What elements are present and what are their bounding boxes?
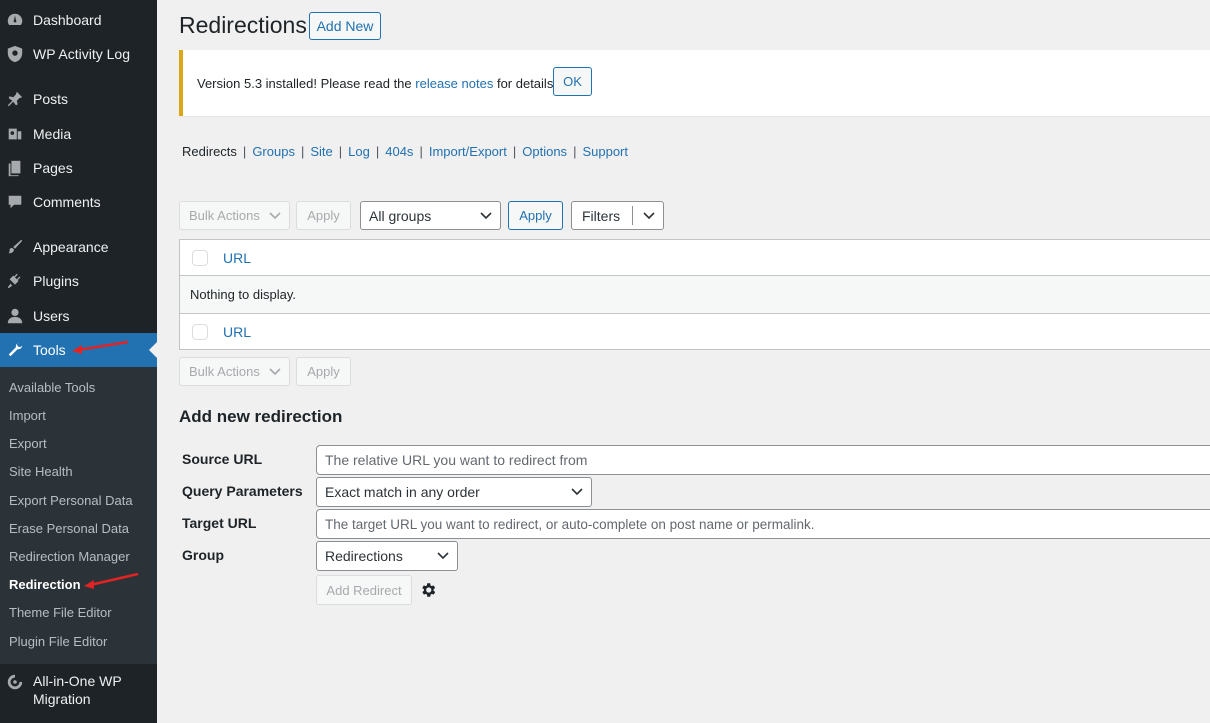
- menu-label: WP Activity Log: [33, 46, 131, 62]
- chevron-down-icon: [437, 552, 449, 560]
- annotation-arrow-icon: [72, 340, 129, 354]
- migration-icon: [5, 672, 25, 692]
- menu-label: Users: [33, 308, 70, 324]
- menu-label: Media: [33, 126, 72, 142]
- apply-filter-button[interactable]: Apply: [508, 201, 563, 230]
- group-label: Group: [182, 547, 224, 563]
- update-notice: Version 5.3 installed! Please read the r…: [179, 50, 1210, 116]
- shield-icon: [5, 44, 25, 64]
- submenu-export[interactable]: Export: [9, 436, 47, 451]
- redirects-table: URL Nothing to display. URL: [179, 239, 1210, 350]
- menu-item-users[interactable]: Users: [0, 299, 157, 333]
- submenu-import[interactable]: Import: [9, 408, 46, 423]
- comment-icon: [5, 192, 25, 212]
- filters-button[interactable]: Filters: [571, 201, 664, 230]
- annotation-arrow-icon: [84, 572, 139, 589]
- bulk-actions-select-bottom[interactable]: Bulk Actions: [179, 357, 290, 386]
- admin-sidebar: Dashboard WP Activity Log Posts Media Pa…: [0, 0, 157, 723]
- table-footer-row: URL: [180, 313, 1210, 349]
- view-tabs: Redirects | Groups | Site | Log | 404s | Impo…: [182, 144, 628, 159]
- submenu-redirection[interactable]: Redirection: [9, 577, 81, 592]
- menu-item-wp-activity-log[interactable]: WP Activity Log: [0, 37, 157, 71]
- tab-log[interactable]: Log: [348, 144, 370, 159]
- empty-message: Nothing to display.: [190, 287, 296, 302]
- url-column-footer[interactable]: URL: [223, 324, 251, 340]
- menu-item-dashboard[interactable]: Dashboard: [0, 3, 157, 37]
- pushpin-icon: [5, 89, 25, 109]
- user-icon: [5, 306, 25, 326]
- ok-button[interactable]: OK: [553, 67, 592, 96]
- add-redirect-button[interactable]: Add Redirect: [316, 575, 412, 605]
- submenu-erase-personal-data[interactable]: Erase Personal Data: [9, 521, 129, 536]
- query-parameters-label: Query Parameters: [182, 483, 303, 499]
- menu-label: Appearance: [33, 239, 109, 255]
- chevron-down-icon: [571, 488, 583, 496]
- menu-item-all-in-one-wp-migration[interactable]: All-in-One WP Migration: [0, 672, 157, 710]
- tab-redirects[interactable]: Redirects: [182, 144, 237, 159]
- paintbrush-icon: [5, 237, 25, 257]
- gear-icon[interactable]: [419, 581, 437, 599]
- menu-label: Pages: [33, 160, 73, 176]
- url-column-header[interactable]: URL: [223, 250, 251, 266]
- apply-button[interactable]: Apply: [296, 201, 351, 230]
- main-content: Redirections Add New Version 5.3 install…: [157, 0, 1210, 723]
- tab-groups[interactable]: Groups: [252, 144, 295, 159]
- menu-label: All-in-One WP: [33, 673, 122, 689]
- notice-text: Version 5.3 installed! Please read the r…: [197, 76, 557, 91]
- menu-label: Plugins: [33, 273, 79, 289]
- form-title: Add new redirection: [179, 407, 343, 426]
- submenu-theme-file-editor[interactable]: Theme File Editor: [9, 605, 112, 620]
- submenu-redirection-manager[interactable]: Redirection Manager: [9, 549, 130, 564]
- menu-item-pages[interactable]: Pages: [0, 151, 157, 185]
- submenu-available-tools[interactable]: Available Tools: [9, 380, 95, 395]
- release-notes-link[interactable]: release notes: [415, 76, 493, 91]
- pages-icon: [5, 158, 25, 178]
- submenu-export-personal-data[interactable]: Export Personal Data: [9, 493, 133, 508]
- wrench-icon: [5, 340, 25, 360]
- chevron-down-icon: [269, 367, 281, 375]
- menu-item-plugins[interactable]: Plugins: [0, 264, 157, 298]
- menu-label: Posts: [33, 91, 69, 107]
- dashboard-icon: [5, 10, 25, 30]
- menu-label: Tools: [33, 342, 66, 358]
- media-icon: [5, 124, 25, 144]
- select-all-checkbox[interactable]: [192, 249, 208, 266]
- submenu-plugin-file-editor[interactable]: Plugin File Editor: [9, 634, 107, 649]
- query-parameters-select[interactable]: Exact match in any order: [316, 477, 592, 507]
- target-url-input[interactable]: The target URL you want to redirect, or …: [316, 509, 1210, 539]
- tab-support[interactable]: Support: [582, 144, 628, 159]
- tab-import-export[interactable]: Import/Export: [429, 144, 507, 159]
- apply-button-bottom[interactable]: Apply: [296, 357, 351, 386]
- submenu-site-health[interactable]: Site Health: [9, 464, 73, 479]
- select-all-checkbox-footer[interactable]: [192, 323, 208, 340]
- plugin-icon: [5, 271, 25, 291]
- menu-label-line2: Migration: [33, 691, 91, 707]
- source-url-input[interactable]: The relative URL you want to redirect fr…: [316, 445, 1210, 475]
- tab-options[interactable]: Options: [522, 144, 567, 159]
- chevron-down-icon: [269, 211, 281, 219]
- add-new-button[interactable]: Add New: [309, 12, 381, 40]
- menu-label: Dashboard: [33, 12, 102, 28]
- chevron-down-icon: [643, 211, 655, 219]
- group-select[interactable]: Redirections: [316, 541, 458, 571]
- menu-item-posts[interactable]: Posts: [0, 82, 157, 116]
- menu-item-comments[interactable]: Comments: [0, 185, 157, 219]
- table-row: Nothing to display.: [180, 276, 1210, 313]
- chevron-down-icon: [480, 211, 492, 219]
- tab-404s[interactable]: 404s: [385, 144, 413, 159]
- menu-item-appearance[interactable]: Appearance: [0, 230, 157, 264]
- menu-item-media[interactable]: Media: [0, 117, 157, 151]
- bulk-actions-select[interactable]: Bulk Actions: [179, 201, 290, 230]
- menu-label: Comments: [33, 194, 101, 210]
- target-url-label: Target URL: [182, 515, 257, 531]
- table-header-row: URL: [180, 240, 1210, 276]
- group-filter-select[interactable]: All groups: [360, 201, 501, 230]
- tools-submenu: Available Tools Import Export Site Healt…: [0, 367, 157, 664]
- page-title: Redirections: [179, 12, 307, 38]
- tab-site[interactable]: Site: [310, 144, 332, 159]
- source-url-label: Source URL: [182, 451, 263, 467]
